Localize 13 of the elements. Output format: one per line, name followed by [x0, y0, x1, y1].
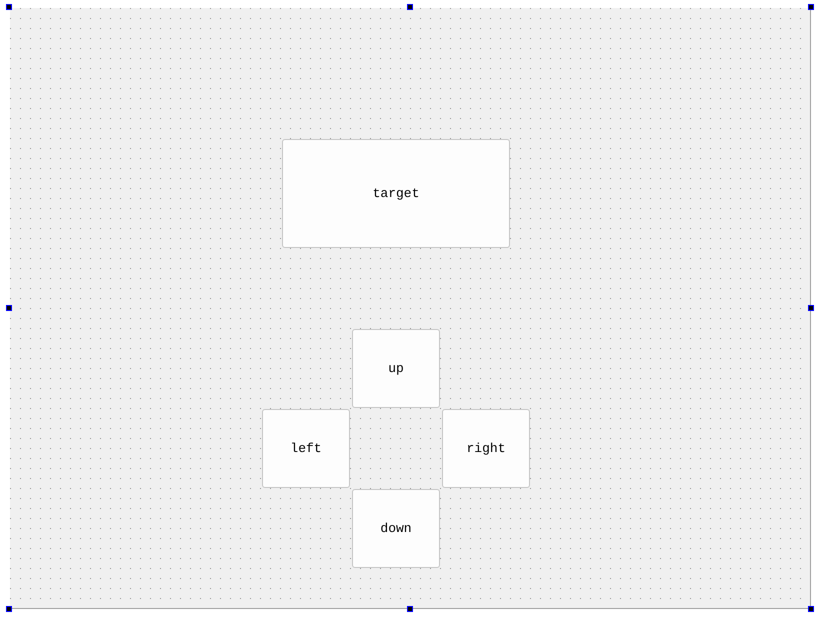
push-button[interactable]: down — [352, 489, 440, 568]
resize-handle[interactable] — [6, 606, 12, 612]
push-button[interactable]: target — [282, 139, 510, 248]
resize-handle[interactable] — [808, 606, 814, 612]
resize-handle[interactable] — [6, 305, 12, 311]
resize-handle[interactable] — [407, 606, 413, 612]
push-button[interactable]: right — [442, 409, 530, 488]
resize-handle[interactable] — [808, 305, 814, 311]
push-button[interactable]: left — [262, 409, 350, 488]
push-button[interactable]: up — [352, 329, 440, 408]
resize-handle[interactable] — [808, 4, 814, 10]
resize-handle[interactable] — [6, 4, 12, 10]
resize-handle[interactable] — [407, 4, 413, 10]
